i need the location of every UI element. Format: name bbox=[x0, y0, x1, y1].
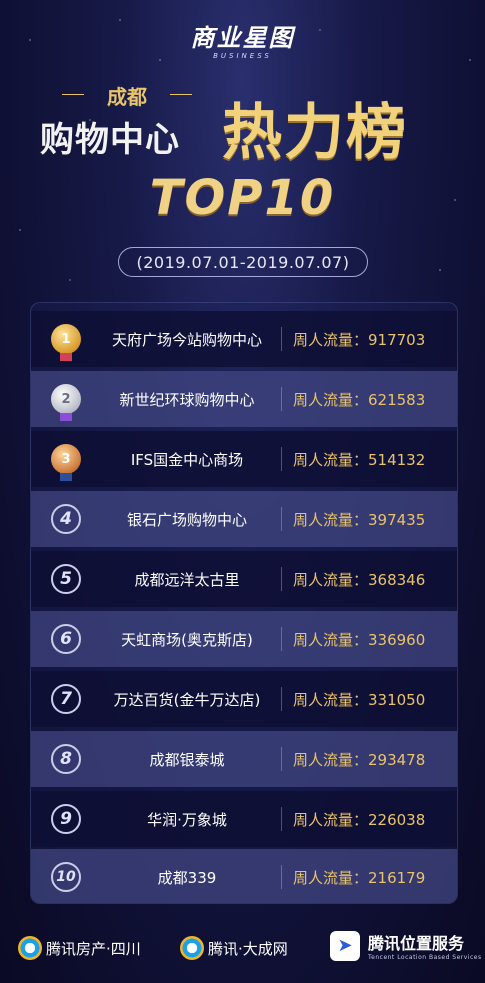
table-row: 3 IFS国金中心商场 周人流量：514132 bbox=[31, 431, 457, 487]
rank-badge: 5 bbox=[49, 562, 83, 596]
table-row: 1 天府广场今站购物中心 周人流量：917703 bbox=[31, 311, 457, 367]
mall-name: IFS国金中心商场 bbox=[130, 450, 244, 469]
mall-name: 成都339 bbox=[157, 868, 217, 887]
table-row: 5 成都远洋太古里 周人流量：368346 bbox=[31, 551, 457, 607]
bronze-medal-icon: 3 bbox=[51, 444, 81, 481]
rank-number: 8 bbox=[51, 744, 81, 774]
divider bbox=[281, 447, 282, 471]
rank-number: 9 bbox=[51, 804, 81, 834]
brand-tencent-dacheng: 腾讯·大成网 bbox=[180, 936, 288, 960]
date-range: (2019.07.01-2019.07.07) bbox=[118, 247, 368, 277]
gold-medal-icon: 1 bbox=[51, 324, 81, 361]
mall-name: 天府广场今站购物中心 bbox=[111, 330, 262, 349]
divider bbox=[281, 507, 282, 531]
weekly-traffic: 周人流量：226038 bbox=[293, 810, 426, 829]
weekly-traffic: 周人流量：331050 bbox=[293, 690, 426, 709]
ranking-table: 1 天府广场今站购物中心 周人流量：917703 2 新世纪环球购物中心 周人流… bbox=[30, 302, 458, 904]
rank-badge: 4 bbox=[49, 502, 83, 536]
mall-name: 新世纪环球购物中心 bbox=[119, 390, 255, 409]
mall-name: 万达百货(金牛万达店) bbox=[113, 690, 261, 709]
divider bbox=[281, 327, 282, 351]
table-row: 10 成都339 周人流量：216179 bbox=[31, 849, 457, 903]
rank-number: 5 bbox=[51, 564, 81, 594]
table-row: 7 万达百货(金牛万达店) 周人流量：331050 bbox=[31, 671, 457, 727]
silver-medal-icon: 2 bbox=[51, 384, 81, 421]
brand-tencent-location: ➤ 腾讯位置服务 Tencent Location Based Services bbox=[330, 930, 482, 961]
weekly-traffic: 周人流量：368346 bbox=[293, 570, 426, 589]
weekly-traffic: 周人流量：293478 bbox=[293, 750, 426, 769]
table-row: 2 新世纪环球购物中心 周人流量：621583 bbox=[31, 371, 457, 427]
rank-badge: 1 bbox=[49, 322, 83, 361]
rank-badge: 3 bbox=[49, 442, 83, 481]
table-row: 8 成都银泰城 周人流量：293478 bbox=[31, 731, 457, 787]
rank-badge: 2 bbox=[49, 382, 83, 421]
table-row: 9 华润·万象城 周人流量：226038 bbox=[31, 791, 457, 847]
mall-name: 华润·万象城 bbox=[147, 810, 227, 829]
title-shopping-center: 购物中心 bbox=[40, 120, 180, 160]
mall-name: 成都远洋太古里 bbox=[134, 570, 240, 589]
weekly-traffic: 周人流量：917703 bbox=[293, 330, 426, 349]
divider bbox=[281, 865, 282, 889]
divider bbox=[281, 627, 282, 651]
rank-badge: 7 bbox=[49, 682, 83, 716]
weekly-traffic: 周人流量：216179 bbox=[293, 868, 426, 887]
divider bbox=[281, 747, 282, 771]
mall-name: 成都银泰城 bbox=[149, 750, 225, 769]
brand-tencent-house-sichuan: 腾讯房产·四川 bbox=[18, 936, 141, 960]
weekly-traffic: 周人流量：336960 bbox=[293, 630, 426, 649]
divider bbox=[281, 687, 282, 711]
logo-subtitle: BUSINESS bbox=[213, 52, 272, 60]
weekly-traffic: 周人流量：621583 bbox=[293, 390, 426, 409]
rank-number: 7 bbox=[51, 684, 81, 714]
rank-badge: 9 bbox=[49, 802, 83, 836]
rank-badge: 10 bbox=[49, 860, 83, 894]
footer: 腾讯房产·四川 腾讯·大成网 ➤ 腾讯位置服务 Tencent Location… bbox=[0, 914, 485, 983]
mall-name: 天虹商场(奥克斯店) bbox=[121, 630, 253, 649]
table-row: 6 天虹商场(奥克斯店) 周人流量：336960 bbox=[31, 611, 457, 667]
mall-name: 银石广场购物中心 bbox=[126, 510, 247, 529]
weekly-traffic: 周人流量：397435 bbox=[293, 510, 426, 529]
divider bbox=[281, 807, 282, 831]
rank-number: 4 bbox=[51, 504, 81, 534]
title-heat-ranking: 热力榜 bbox=[222, 98, 408, 168]
top10-label: TOP10 bbox=[149, 170, 336, 226]
location-compass-icon: ➤ bbox=[330, 930, 360, 961]
rank-number: 6 bbox=[51, 624, 81, 654]
rank-number: 10 bbox=[51, 862, 81, 892]
rank-badge: 8 bbox=[49, 742, 83, 776]
weekly-traffic: 周人流量：514132 bbox=[293, 450, 426, 469]
divider bbox=[281, 387, 282, 411]
divider bbox=[281, 567, 282, 591]
city-label: 成都 bbox=[52, 80, 202, 110]
table-row: 4 银石广场购物中心 周人流量：397435 bbox=[31, 491, 457, 547]
business-star-map-logo: 商业星图 bbox=[190, 24, 295, 52]
rank-badge: 6 bbox=[49, 622, 83, 656]
tencent-logo-icon bbox=[18, 936, 42, 960]
tencent-logo-icon bbox=[180, 936, 204, 960]
